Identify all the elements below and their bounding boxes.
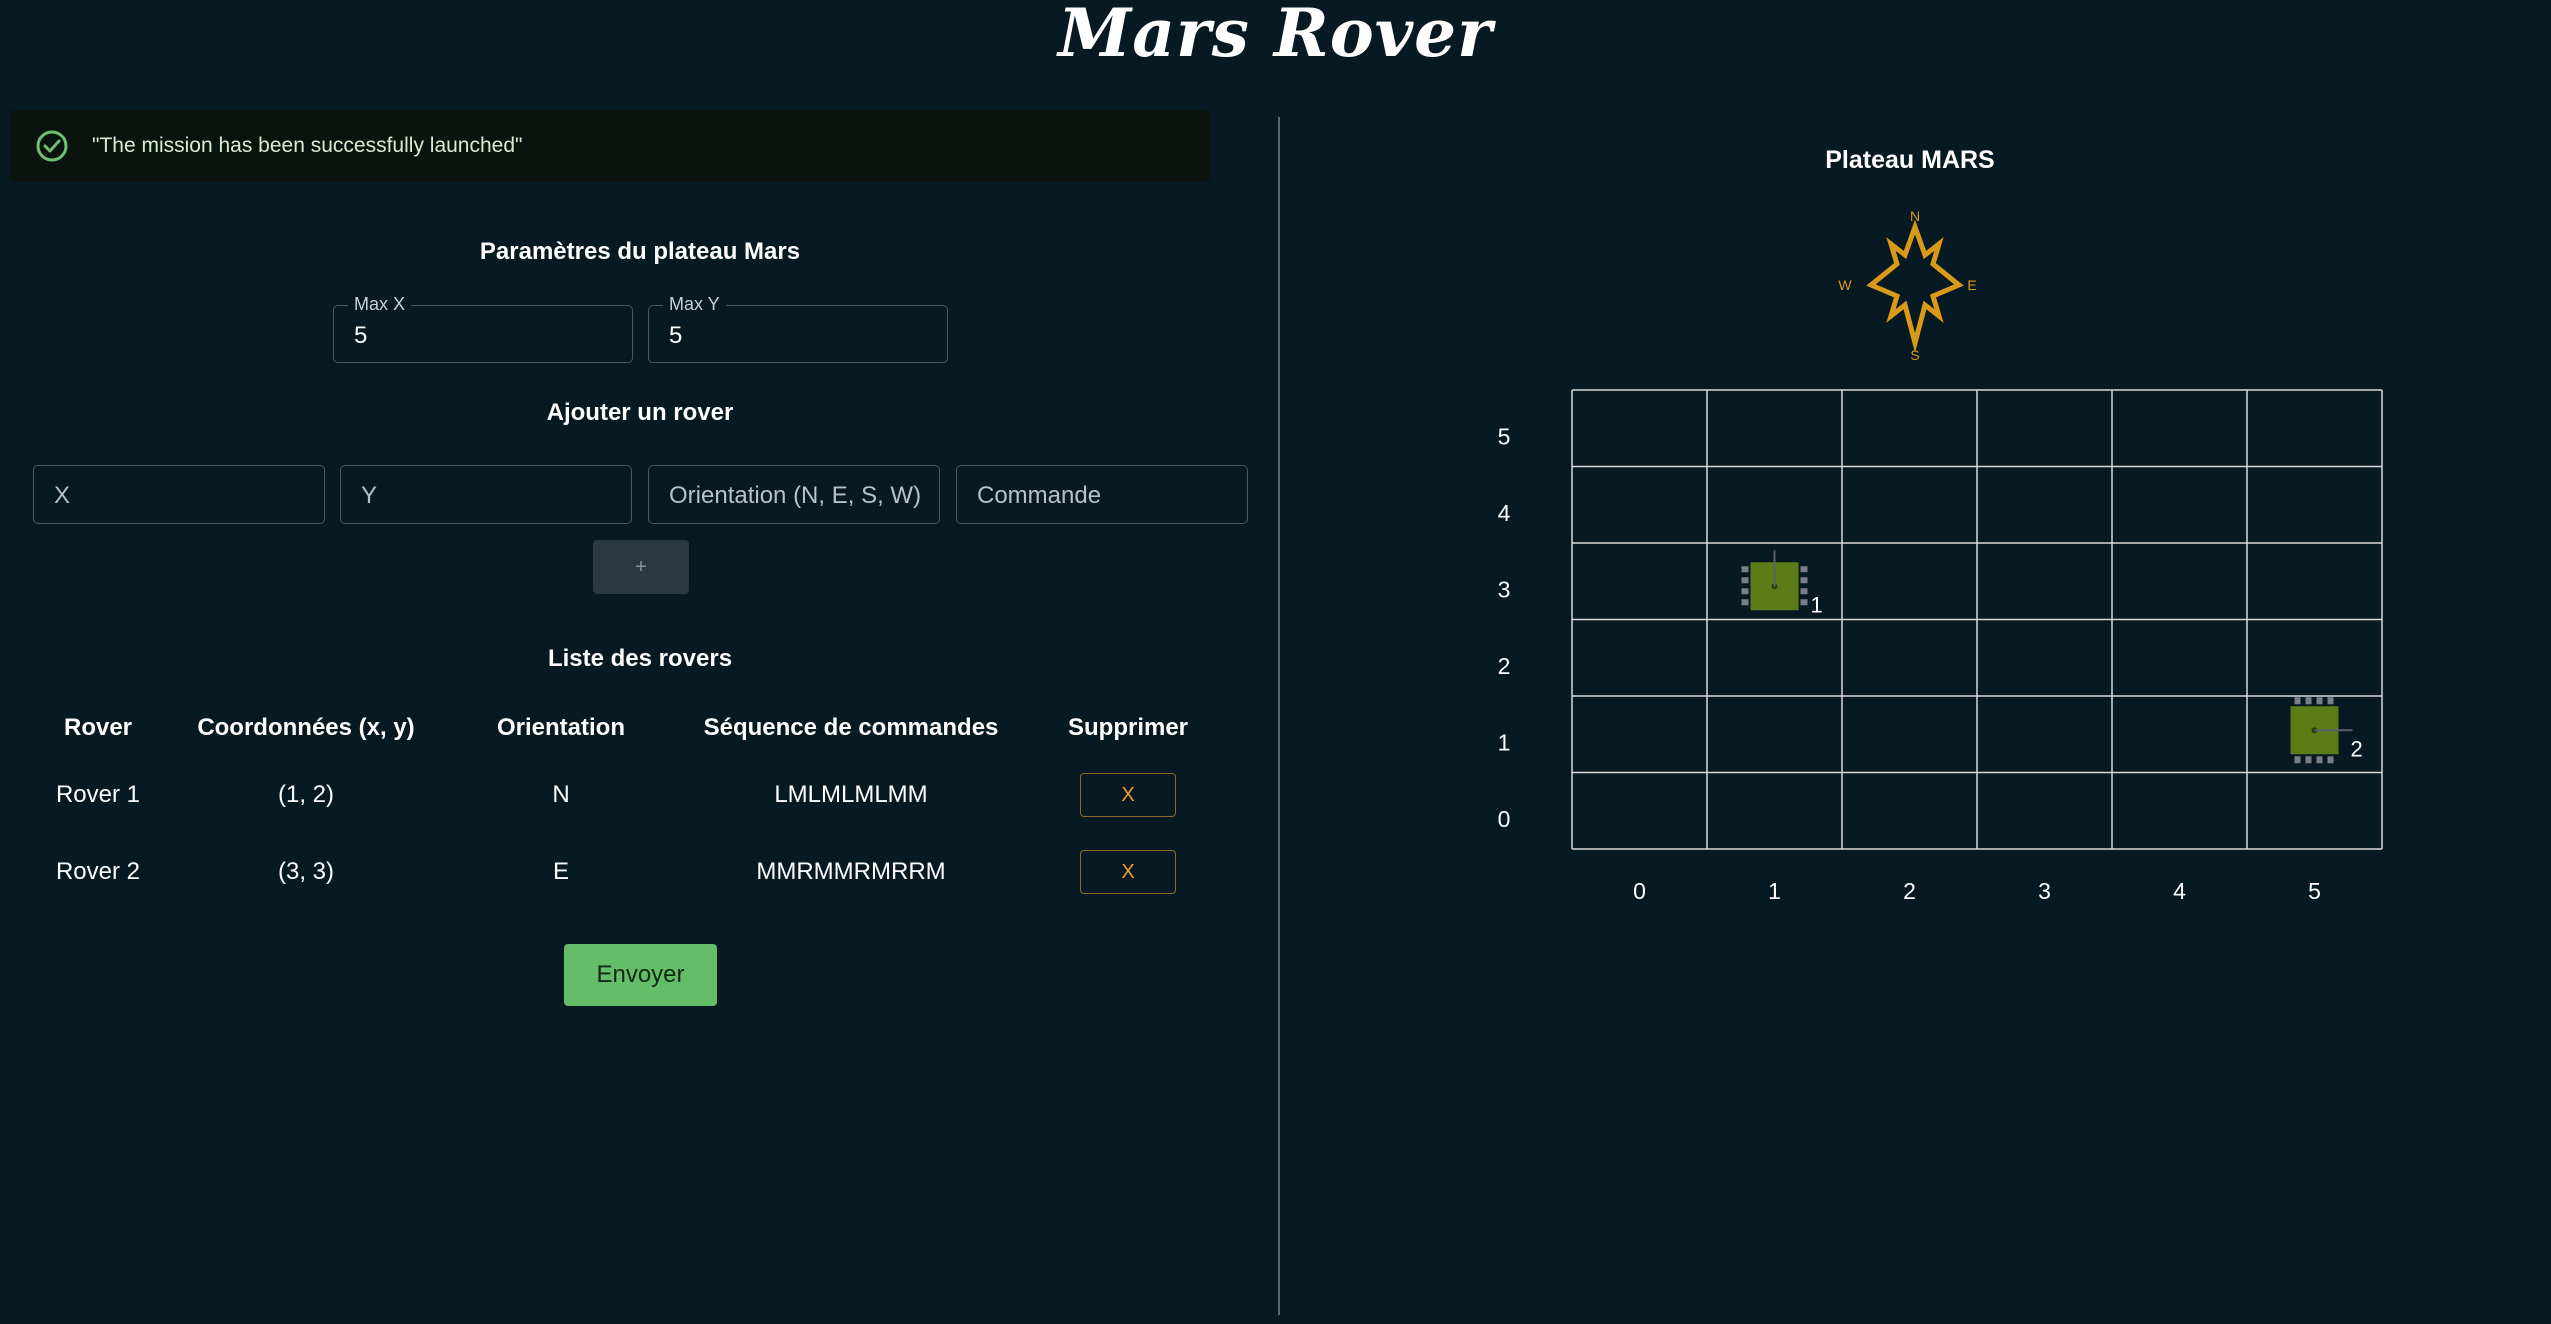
rover-tread <box>1800 599 1808 606</box>
rover-label: 2 <box>2351 736 2363 761</box>
y-axis-label: 1 <box>1498 729 1511 755</box>
rover-tread <box>1741 566 1749 573</box>
y-axis-label: 2 <box>1498 653 1511 679</box>
x-axis-label: 2 <box>1903 878 1916 904</box>
rover-tread <box>1800 588 1808 595</box>
rover-label: 1 <box>1811 592 1823 617</box>
rover-tread <box>1741 577 1749 584</box>
rover-tread <box>2305 697 2312 705</box>
rover-tread <box>2316 756 2323 764</box>
rover-marker: 2 <box>2290 697 2363 764</box>
rover-tread <box>2327 697 2334 705</box>
rover-tread <box>2294 756 2301 764</box>
plateau-grid: 0 1 2 3 4 5 5 4 3 2 1 0 1 2 <box>1498 389 2383 904</box>
rover-tread <box>2305 756 2312 764</box>
y-axis-label: 3 <box>1498 576 1511 602</box>
rover-tread <box>1741 588 1749 595</box>
rover-tread <box>1800 577 1808 584</box>
x-axis-label: 0 <box>1633 878 1646 904</box>
rover-tread <box>1800 566 1808 573</box>
x-axis-label: 3 <box>2038 878 2051 904</box>
rover-marker: 1 <box>1741 550 1823 617</box>
y-axis-label: 0 <box>1498 806 1511 832</box>
rover-tread <box>2316 697 2323 705</box>
x-axis-label: 4 <box>2173 878 2186 904</box>
y-axis-label: 4 <box>1498 500 1511 526</box>
x-axis-label: 5 <box>2308 878 2321 904</box>
y-axis-label: 5 <box>1498 423 1511 449</box>
rover-tread <box>1741 599 1749 606</box>
rover-tread <box>2327 756 2334 764</box>
x-axis-label: 1 <box>1768 878 1781 904</box>
rover-tread <box>2294 697 2301 705</box>
